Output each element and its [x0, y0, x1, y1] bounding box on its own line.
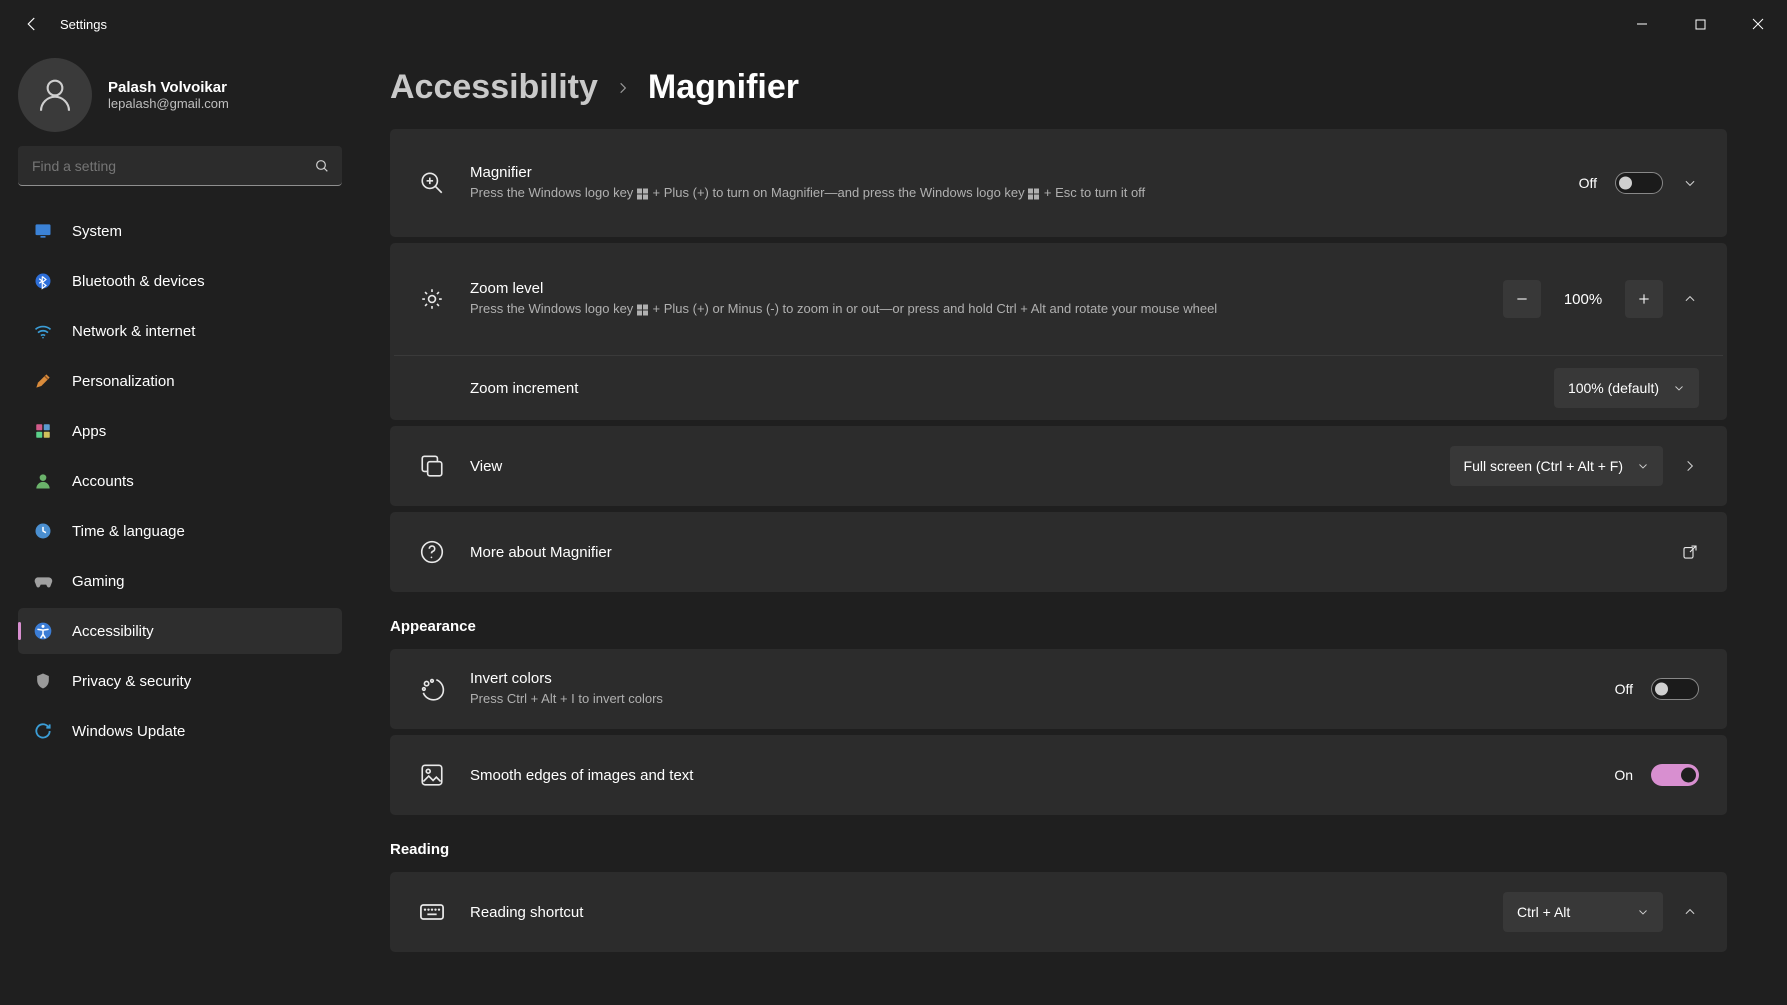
windows-logo-icon [637, 304, 649, 316]
accounts-icon [32, 470, 54, 492]
sidebar-item-bluetooth[interactable]: Bluetooth & devices [18, 258, 342, 304]
zoom-increment-title: Zoom increment [470, 380, 1530, 397]
smooth-edges-icon [418, 762, 446, 788]
system-icon [32, 220, 54, 242]
expand-chevron[interactable] [1681, 176, 1699, 190]
search-input[interactable] [18, 146, 342, 186]
view-dropdown[interactable]: Full screen (Ctrl + Alt + F) [1450, 446, 1663, 486]
apps-icon [32, 420, 54, 442]
reading-shortcut-dropdown[interactable]: Ctrl + Alt [1503, 892, 1663, 932]
smooth-edges-toggle[interactable] [1651, 764, 1699, 786]
zoom-level-desc: Press the Windows logo key + Plus (+) or… [470, 300, 1370, 318]
sidebar-item-label: Bluetooth & devices [72, 273, 205, 290]
magnifier-title: Magnifier [470, 164, 1555, 181]
more-about-title: More about Magnifier [470, 544, 1657, 561]
profile-name: Palash Volvoikar [108, 79, 229, 96]
sidebar-item-label: Time & language [72, 523, 185, 540]
smooth-state-label: On [1614, 767, 1633, 783]
sidebar-item-label: Network & internet [72, 323, 195, 340]
sidebar-item-label: Windows Update [72, 723, 185, 740]
invert-colors-title: Invert colors [470, 670, 1591, 687]
view-detail-chevron[interactable] [1681, 459, 1699, 473]
windows-logo-icon [1028, 188, 1040, 200]
sidebar-item-accessibility[interactable]: Accessibility [18, 608, 342, 654]
magnifier-state-label: Off [1579, 175, 1597, 191]
close-button[interactable] [1729, 4, 1787, 44]
sidebar-item-label: System [72, 223, 122, 240]
sidebar-item-label: Personalization [72, 373, 175, 390]
breadcrumb-current: Magnifier [648, 68, 799, 107]
avatar [18, 58, 92, 132]
profile-email: lepalash@gmail.com [108, 96, 229, 111]
sidebar-item-label: Accounts [72, 473, 134, 490]
sidebar-item-label: Apps [72, 423, 106, 440]
zoom-level-icon [418, 286, 446, 312]
zoom-increment-dropdown[interactable]: 100% (default) [1554, 368, 1699, 408]
external-link-icon [1681, 543, 1699, 561]
help-icon [418, 539, 446, 565]
zoom-level-value: 100% [1559, 291, 1607, 308]
view-title: View [470, 458, 1426, 475]
chevron-right-icon [616, 78, 630, 98]
back-button[interactable] [18, 10, 46, 38]
profile-block[interactable]: Palash Volvoikar lepalash@gmail.com [18, 58, 342, 132]
sidebar-item-privacy[interactable]: Privacy & security [18, 658, 342, 704]
sidebar-item-label: Gaming [72, 573, 125, 590]
accessibility-icon [32, 620, 54, 642]
reading-header: Reading [390, 841, 1727, 858]
sidebar-item-network[interactable]: Network & internet [18, 308, 342, 354]
sidebar-item-gaming[interactable]: Gaming [18, 558, 342, 604]
network-icon [32, 320, 54, 342]
magnifier-icon [418, 170, 446, 196]
invert-state-label: Off [1615, 681, 1633, 697]
sidebar-item-personalization[interactable]: Personalization [18, 358, 342, 404]
more-about-magnifier-link[interactable]: More about Magnifier [390, 512, 1727, 592]
privacy-icon [32, 670, 54, 692]
breadcrumb: Accessibility Magnifier [390, 68, 1727, 107]
zoom-increase-button[interactable] [1625, 280, 1663, 318]
magnifier-desc: Press the Windows logo key + Plus (+) to… [470, 184, 1370, 202]
zoom-level-title: Zoom level [470, 280, 1479, 297]
sidebar-item-system[interactable]: System [18, 208, 342, 254]
sidebar-item-time[interactable]: Time & language [18, 508, 342, 554]
view-icon [418, 453, 446, 479]
window-title: Settings [60, 17, 107, 32]
sidebar-item-accounts[interactable]: Accounts [18, 458, 342, 504]
windows-logo-icon [637, 188, 649, 200]
breadcrumb-parent[interactable]: Accessibility [390, 68, 598, 107]
maximize-button[interactable] [1671, 4, 1729, 44]
invert-colors-toggle[interactable] [1651, 678, 1699, 700]
sidebar-item-label: Accessibility [72, 623, 154, 640]
sidebar-item-update[interactable]: Windows Update [18, 708, 342, 754]
collapse-chevron[interactable] [1681, 905, 1699, 919]
bluetooth-icon [32, 270, 54, 292]
time-icon [32, 520, 54, 542]
minimize-button[interactable] [1613, 4, 1671, 44]
invert-colors-desc: Press Ctrl + Alt + I to invert colors [470, 690, 1370, 708]
appearance-header: Appearance [390, 618, 1727, 635]
collapse-chevron[interactable] [1681, 292, 1699, 306]
search-icon [314, 158, 330, 174]
invert-colors-icon [418, 676, 446, 702]
gaming-icon [32, 570, 54, 592]
zoom-decrease-button[interactable] [1503, 280, 1541, 318]
sidebar-item-label: Privacy & security [72, 673, 191, 690]
reading-shortcut-title: Reading shortcut [470, 904, 1479, 921]
keyboard-icon [418, 898, 446, 926]
sidebar-item-apps[interactable]: Apps [18, 408, 342, 454]
personalization-icon [32, 370, 54, 392]
update-icon [32, 720, 54, 742]
smooth-edges-title: Smooth edges of images and text [470, 767, 1590, 784]
magnifier-toggle[interactable] [1615, 172, 1663, 194]
